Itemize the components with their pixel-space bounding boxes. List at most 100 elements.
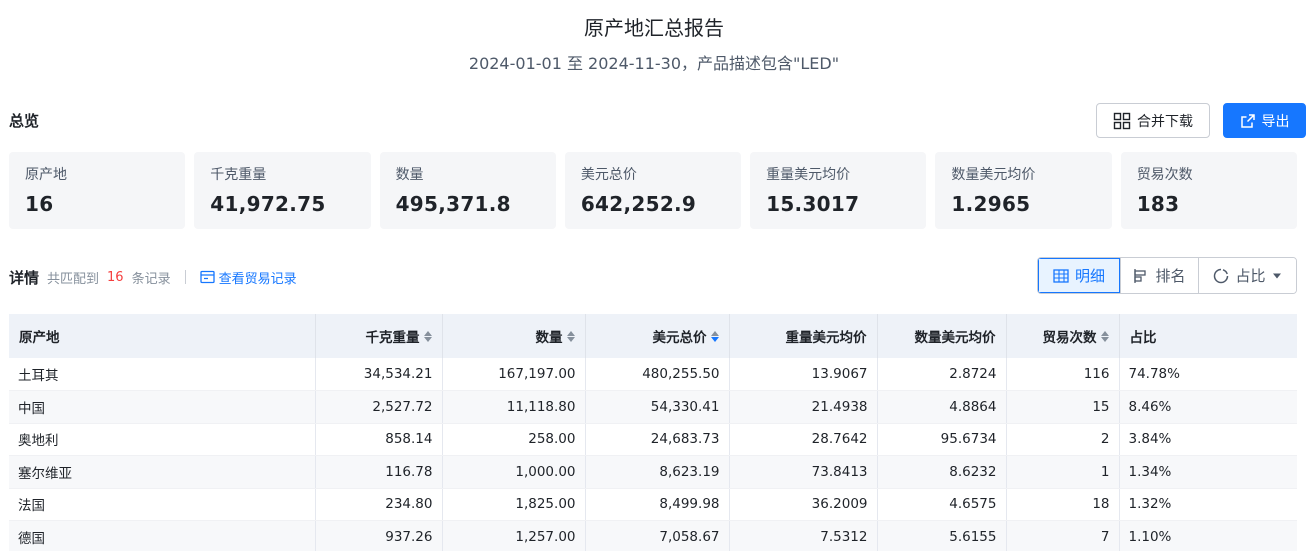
cell-trade-count: 1: [1006, 455, 1120, 489]
card-label: 数量: [395, 167, 424, 183]
view-trade-records-link[interactable]: 查看贸易记录: [199, 268, 297, 287]
card-trade-count: 贸易次数 183: [1120, 152, 1297, 229]
cell-total-usd: 7,058.67: [585, 520, 730, 551]
card-total-usd: 美元总价 642,252.9: [564, 152, 742, 229]
merge-download-button[interactable]: 合并下载: [1096, 103, 1210, 138]
sort-desc-icon: [710, 330, 719, 342]
matched-prefix: 共匹配到: [47, 271, 100, 287]
sort-icon: [1100, 330, 1109, 342]
merge-icon: [1113, 112, 1131, 129]
table-row: 塞尔维亚 116.78 1,000.00 8,623.19 73.8413 8.…: [9, 455, 1297, 489]
col-quantity[interactable]: 数量: [442, 314, 586, 358]
sort-icon: [566, 330, 575, 342]
cell-quantity-avg: 8.6232: [877, 455, 1007, 489]
card-label: 数量美元均价: [951, 167, 1036, 183]
col-share: 占比: [1119, 314, 1297, 358]
col-weight-kg[interactable]: 千克重量: [315, 314, 443, 358]
table-row: 土耳其 34,534.21 167,197.00 480,255.50 13.9…: [9, 358, 1297, 391]
tab-share-label: 占比: [1235, 267, 1266, 285]
card-quantity-avg-price: 数量美元均价 1.2965: [935, 152, 1112, 229]
cell-quantity-avg: 2.8724: [877, 358, 1007, 391]
tab-share[interactable]: 占比: [1198, 258, 1296, 293]
report-title: 原产地汇总报告: [584, 16, 724, 40]
tab-detail[interactable]: 明细: [1038, 258, 1120, 293]
cell-weight-avg: 13.9067: [729, 358, 878, 391]
card-quantity: 数量 495,371.8: [379, 152, 556, 229]
cell-trade-count: 15: [1006, 390, 1120, 424]
cell-share: 74.78%: [1119, 358, 1297, 391]
table-row: 法国 234.80 1,825.00 8,499.98 36.2009 4.65…: [9, 488, 1297, 521]
export-label: 导出: [1261, 113, 1290, 130]
cell-trade-count: 2: [1006, 423, 1120, 456]
sort-icon: [423, 330, 432, 342]
cell-share: 1.32%: [1119, 488, 1297, 521]
cell-origin: 奥地利: [9, 423, 316, 456]
matched-suffix: 条记录: [131, 271, 171, 287]
cell-quantity-avg: 5.6155: [877, 520, 1007, 551]
cell-weight-avg: 36.2009: [729, 488, 878, 521]
col-label: 数量: [535, 330, 563, 346]
card-value: 1.2965: [951, 192, 1031, 216]
cell-weight: 116.78: [315, 455, 443, 489]
overview-heading: 总览: [9, 112, 40, 130]
card-origin: 原产地 16: [9, 152, 186, 229]
cell-trade-count: 116: [1006, 358, 1120, 391]
origin-summary-table: 原产地 千克重量 数量 美元总价 重量美元均价 数量美元均价 贸易次数 占比 土…: [9, 314, 1297, 551]
bar-rank-icon: [1134, 268, 1147, 283]
cell-weight-avg: 21.4938: [729, 390, 878, 424]
cell-quantity-avg: 95.6734: [877, 423, 1007, 456]
export-button[interactable]: 导出: [1223, 103, 1306, 138]
col-total-usd[interactable]: 美元总价: [585, 314, 730, 358]
card-value: 15.3017: [766, 192, 860, 216]
card-value: 495,371.8: [395, 192, 511, 216]
cell-total-usd: 8,499.98: [585, 488, 730, 521]
overview-cards: 原产地 16 千克重量 41,972.75 数量 495,371.8 美元总价 …: [9, 152, 1297, 229]
card-label: 原产地: [25, 167, 67, 183]
cell-quantity-avg: 4.8864: [877, 390, 1007, 424]
cell-trade-count: 18: [1006, 488, 1120, 521]
divider: [184, 270, 186, 284]
tab-detail-label: 明细: [1074, 267, 1105, 285]
cell-share: 1.34%: [1119, 455, 1297, 489]
cell-origin: 塞尔维亚: [9, 455, 316, 489]
cell-weight-avg: 7.5312: [729, 520, 878, 551]
cell-origin: 土耳其: [9, 358, 316, 391]
col-origin: 原产地: [9, 314, 316, 358]
col-label: 千克重量: [365, 330, 420, 346]
card-value: 41,972.75: [210, 192, 326, 216]
view-tabs: 明细 排名 占比: [1037, 257, 1297, 294]
cell-weight-avg: 28.7642: [729, 423, 878, 456]
cell-quantity: 1,000.00: [442, 455, 586, 489]
merge-download-label: 合并下载: [1137, 113, 1193, 130]
cell-origin: 德国: [9, 520, 316, 551]
cell-weight: 34,534.21: [315, 358, 443, 391]
col-label: 贸易次数: [1042, 330, 1097, 346]
cell-share: 1.10%: [1119, 520, 1297, 551]
cell-quantity: 1,825.00: [442, 488, 586, 521]
cell-origin: 法国: [9, 488, 316, 521]
tab-rank[interactable]: 排名: [1120, 258, 1198, 293]
cell-quantity: 11,118.80: [442, 390, 586, 424]
table-icon: [1053, 268, 1069, 283]
col-trade-count[interactable]: 贸易次数: [1006, 314, 1120, 358]
cell-quantity-avg: 4.6575: [877, 488, 1007, 521]
cell-weight: 858.14: [315, 423, 443, 456]
card-value: 16: [25, 192, 54, 216]
cell-weight: 2,527.72: [315, 390, 443, 424]
table-row: 奥地利 858.14 258.00 24,683.73 28.7642 95.6…: [9, 423, 1297, 456]
cell-quantity: 1,257.00: [442, 520, 586, 551]
cell-quantity: 167,197.00: [442, 358, 586, 391]
cell-quantity: 258.00: [442, 423, 586, 456]
table-header-row: 原产地 千克重量 数量 美元总价 重量美元均价 数量美元均价 贸易次数 占比: [9, 314, 1297, 358]
cell-origin: 中国: [9, 390, 316, 424]
caret-down-icon: [1272, 273, 1281, 278]
table-row: 德国 937.26 1,257.00 7,058.67 7.5312 5.615…: [9, 520, 1297, 551]
col-label: 美元总价: [652, 330, 707, 346]
cell-total-usd: 8,623.19: [585, 455, 730, 489]
cell-total-usd: 54,330.41: [585, 390, 730, 424]
record-icon: [199, 270, 215, 284]
col-quantity-avg-price: 数量美元均价: [877, 314, 1007, 358]
view-trade-records-label: 查看贸易记录: [218, 271, 297, 287]
report-subtitle: 2024-01-01 至 2024-11-30，产品描述包含"LED": [468, 54, 840, 73]
table-row: 中国 2,527.72 11,118.80 54,330.41 21.4938 …: [9, 390, 1297, 424]
